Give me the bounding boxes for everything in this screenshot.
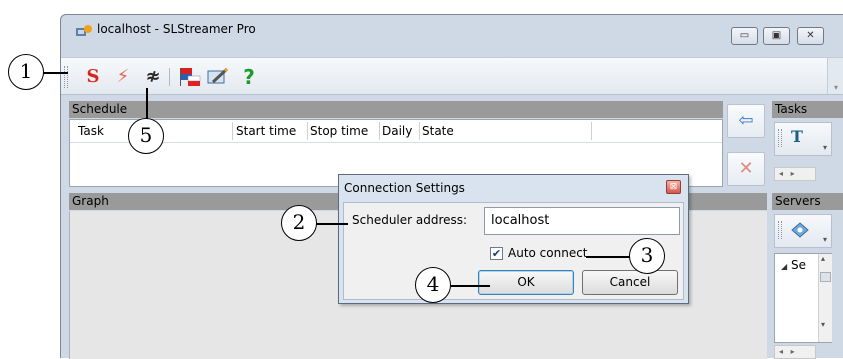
callout-3: 3	[629, 238, 665, 274]
col-state[interactable]: State	[422, 124, 454, 138]
dialog-close-icon[interactable]: ⊠	[666, 180, 681, 194]
callout-leader	[316, 223, 348, 225]
tree-expand-icon[interactable]: ◢	[781, 262, 787, 271]
schedule-header: Schedule	[69, 101, 723, 118]
col-divider	[307, 122, 308, 140]
title-bar[interactable]: localhost - SLStreamer Pro ▭ ▣ ✕	[61, 15, 843, 45]
flags-icon[interactable]	[179, 67, 201, 87]
callout-leader	[586, 256, 630, 258]
start-s-icon[interactable]: S	[81, 66, 105, 88]
header-line	[70, 142, 722, 143]
scroll-right-icon[interactable]: ▸	[791, 169, 795, 178]
col-daily[interactable]: Daily	[382, 124, 412, 138]
col-divider	[232, 122, 233, 140]
delete-icon[interactable]: ✕	[727, 152, 765, 186]
col-divider	[419, 122, 420, 140]
toolbar-overflow[interactable]: ▾	[827, 58, 843, 94]
callout-leader	[146, 88, 148, 122]
callout-leader	[42, 72, 68, 74]
scroll-right-icon[interactable]: ▸	[791, 347, 795, 356]
servers-tree[interactable]: ◢ Se ▴ ▾	[774, 253, 832, 343]
scroll-up-icon[interactable]: ▴	[821, 254, 825, 263]
col-stop-time[interactable]: Stop time	[310, 124, 368, 138]
servers-vscroll[interactable]: ▴ ▾	[818, 254, 832, 342]
scheduler-address-input[interactable]: localhost	[484, 207, 680, 235]
server-tree-item[interactable]: ◢ Se	[781, 258, 806, 272]
text-tool-icon[interactable]: T	[791, 127, 803, 146]
auto-connect-checkbox[interactable]: ✔	[490, 247, 503, 260]
scroll-left-icon[interactable]: ◂	[779, 169, 783, 178]
auto-connect-label[interactable]: Auto connect	[508, 246, 588, 260]
servers-hscroll[interactable]: ◂ ▸	[774, 345, 816, 359]
callout-4: 4	[415, 267, 451, 303]
scheduler-address-label: Scheduler address:	[352, 213, 468, 227]
col-start-time[interactable]: Start time	[236, 124, 296, 138]
col-task[interactable]: Task	[78, 124, 104, 138]
edit-card-icon[interactable]	[207, 67, 229, 87]
maximize-button[interactable]: ▣	[763, 27, 790, 45]
callout-2: 2	[281, 205, 317, 241]
help-icon[interactable]: ?	[237, 66, 261, 88]
tasks-toolbar: T ▾	[774, 122, 832, 156]
app-icon	[76, 25, 92, 36]
connection-settings-dialog: Connection Settings ⊠ Scheduler address:…	[338, 174, 689, 304]
scroll-thumb[interactable]	[820, 272, 831, 282]
callout-5: 5	[128, 118, 164, 154]
tasks-hscroll[interactable]: ◂ ▸	[774, 167, 816, 181]
servers-toolbar-grip[interactable]	[778, 221, 782, 239]
tasks-toolbar-overflow[interactable]: ▾	[823, 143, 827, 152]
col-divider	[379, 122, 380, 140]
minimize-button[interactable]: ▭	[731, 27, 758, 45]
back-arrow-icon[interactable]: ⇦	[727, 104, 765, 138]
servers-toolbar: ▾	[774, 214, 832, 248]
servers-toolbar-overflow[interactable]: ▾	[823, 235, 827, 244]
dialog-title: Connection Settings	[344, 181, 465, 195]
ok-button[interactable]: OK	[478, 270, 574, 295]
server-item-label: Se	[790, 258, 806, 272]
toolbar-separator	[169, 68, 170, 86]
tasks-toolbar-grip[interactable]	[778, 129, 782, 147]
callout-leader	[450, 285, 490, 287]
cancel-button[interactable]: Cancel	[582, 270, 678, 295]
servers-header: Servers	[772, 193, 843, 210]
toolbar-grip[interactable]	[64, 66, 68, 88]
tasks-header: Tasks	[772, 101, 843, 118]
col-divider	[591, 122, 592, 140]
main-toolbar: S ⚡ ≉ ? ▾	[61, 57, 843, 95]
lightning-icon[interactable]: ⚡	[111, 66, 135, 88]
signal-wave-icon[interactable]: ≉	[141, 66, 165, 88]
window-title: localhost - SLStreamer Pro	[97, 22, 256, 36]
close-button[interactable]: ✕	[797, 27, 824, 45]
server-connect-icon[interactable]	[791, 222, 809, 238]
callout-1: 1	[8, 54, 44, 90]
scroll-down-icon[interactable]: ▾	[821, 320, 825, 329]
scroll-left-icon[interactable]: ◂	[779, 347, 783, 356]
